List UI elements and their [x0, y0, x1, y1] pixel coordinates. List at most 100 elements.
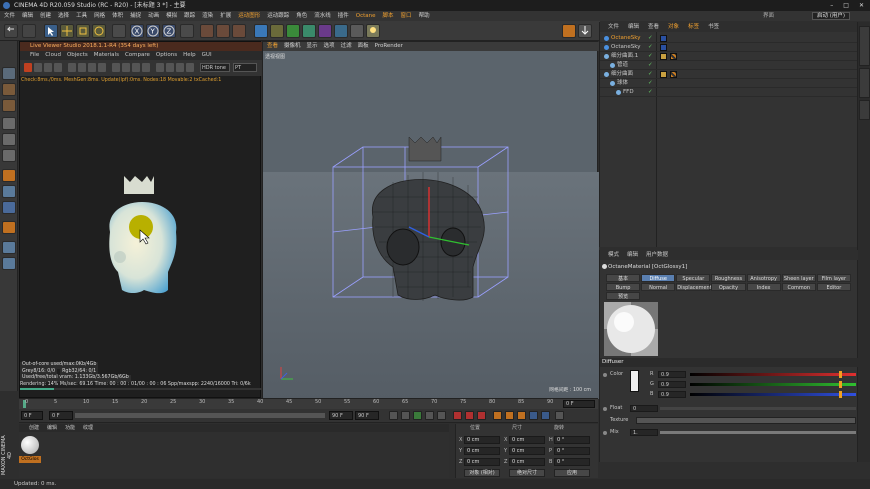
- key-scale-icon[interactable]: [505, 411, 514, 420]
- attribute-menu-item[interactable]: 编辑: [627, 250, 638, 260]
- live-viewer-menu-item[interactable]: Options: [156, 51, 177, 60]
- live-viewer-menu-item[interactable]: Objects: [67, 51, 88, 60]
- floor-button[interactable]: [334, 24, 348, 38]
- key-position-icon[interactable]: [493, 411, 502, 420]
- apply-button[interactable]: 应用: [554, 469, 590, 477]
- menu-item[interactable]: 体积: [112, 11, 123, 21]
- attribute-menu-item[interactable]: 用户数据: [646, 250, 668, 260]
- menu-item[interactable]: 创建: [40, 11, 51, 21]
- key-pla-icon[interactable]: [541, 411, 550, 420]
- material-tab[interactable]: Film layer: [816, 274, 851, 282]
- menu-item[interactable]: 编辑: [22, 11, 33, 21]
- material-tab[interactable]: Sheen layer: [781, 274, 816, 282]
- material-name-label[interactable]: OctGlos: [19, 456, 41, 463]
- lv-object-picker-icon[interactable]: [122, 63, 130, 72]
- minimize-icon[interactable]: –: [830, 0, 833, 11]
- next-key-icon[interactable]: [425, 411, 434, 420]
- key-rotation-icon[interactable]: [517, 411, 526, 420]
- object-row[interactable]: 球体 ✓: [600, 79, 858, 88]
- workplane-icon[interactable]: [2, 241, 16, 254]
- material-manager-menu-item[interactable]: 创建: [29, 424, 39, 432]
- go-to-start-icon[interactable]: [389, 411, 398, 420]
- menu-item[interactable]: 渲染: [202, 11, 213, 21]
- octane-tag-icon[interactable]: [660, 35, 667, 42]
- skull-mesh-wireframe[interactable]: [323, 127, 523, 317]
- material-tab[interactable]: 基本: [606, 274, 641, 282]
- live-viewer-menu-item[interactable]: Help: [183, 51, 196, 60]
- workplane-button[interactable]: [578, 24, 592, 38]
- tweak-mode-icon[interactable]: [2, 185, 16, 198]
- octglossy-material-ball[interactable]: [21, 436, 39, 454]
- y-axis-button[interactable]: Y: [146, 24, 160, 38]
- visibility-check-icon[interactable]: ✓: [648, 70, 653, 79]
- subdivision-surface-button[interactable]: [286, 24, 300, 38]
- menu-item[interactable]: 流水线: [314, 11, 331, 21]
- z-position-field[interactable]: 0 cm: [464, 458, 500, 466]
- tab-content-browser[interactable]: [859, 68, 870, 98]
- menu-item[interactable]: 选择: [58, 11, 69, 21]
- menu-item[interactable]: 帮助: [419, 11, 430, 21]
- tab-objects[interactable]: [859, 26, 870, 66]
- material-tab[interactable]: Roughness: [711, 274, 746, 282]
- edges-mode-icon[interactable]: [2, 133, 16, 146]
- play-icon[interactable]: [413, 411, 422, 420]
- lv-camera-icon[interactable]: [132, 63, 140, 72]
- make-editable-icon[interactable]: [2, 67, 16, 80]
- close-icon[interactable]: ✕: [859, 0, 864, 11]
- select-tool-button[interactable]: [44, 24, 58, 38]
- g-slider[interactable]: [690, 383, 856, 386]
- material-tab[interactable]: 预览: [606, 292, 641, 300]
- lv-save-icon[interactable]: [68, 63, 76, 72]
- rotate-tool-button[interactable]: [92, 24, 106, 38]
- maximize-icon[interactable]: □: [843, 0, 849, 11]
- size-mode-dropdown[interactable]: 绝对尺寸: [509, 469, 545, 477]
- z-axis-button[interactable]: Z: [162, 24, 176, 38]
- r-slider[interactable]: [690, 373, 856, 376]
- visibility-check-icon[interactable]: ✓: [648, 34, 653, 43]
- g-value-field[interactable]: 0.9: [658, 381, 686, 388]
- viewport-menu-item[interactable]: 面板: [358, 42, 369, 51]
- spline-pen-button[interactable]: [270, 24, 284, 38]
- material-tag-icon[interactable]: [670, 71, 677, 78]
- timeline-menu-icon[interactable]: [555, 411, 564, 420]
- max-frame-field[interactable]: 90 F: [329, 411, 353, 420]
- viewport-menu-item[interactable]: 过滤: [341, 42, 352, 51]
- menu-item[interactable]: 插件: [338, 11, 349, 21]
- timeline-ruler[interactable]: 0 5 10 15 20 25 30 35 40 45 50 55 60 65 70 75 80 85 90 0 F: [19, 398, 598, 409]
- max-frame-field-2[interactable]: 90 F: [355, 411, 379, 420]
- lv-region-icon[interactable]: [78, 63, 86, 72]
- object-manager-menu-item[interactable]: 书签: [708, 22, 719, 32]
- visibility-check-icon[interactable]: ✓: [648, 52, 653, 61]
- menu-item[interactable]: 模拟: [166, 11, 177, 21]
- phong-tag-icon[interactable]: [660, 71, 667, 78]
- go-to-end-icon[interactable]: [437, 411, 446, 420]
- live-viewer-menu-item[interactable]: Compare: [125, 51, 150, 60]
- menu-item[interactable]: 文件: [4, 11, 15, 21]
- b-rotation-field[interactable]: 0 °: [554, 458, 590, 466]
- material-tag-icon[interactable]: [670, 53, 677, 60]
- float-anim-dot-icon[interactable]: [603, 407, 607, 411]
- viewport-menu-item[interactable]: 查看: [267, 42, 278, 51]
- r-slider-knob[interactable]: [839, 371, 843, 378]
- cube-primitive-button[interactable]: [254, 24, 268, 38]
- menu-item[interactable]: 运动跟踪: [267, 11, 289, 21]
- auto-key-icon[interactable]: [465, 411, 474, 420]
- viewport-menu-item[interactable]: 选项: [324, 42, 335, 51]
- lv-sub-icon[interactable]: [156, 63, 164, 72]
- viewport-menu-item[interactable]: 显示: [307, 42, 318, 51]
- attribute-menu-item[interactable]: 模式: [608, 250, 619, 260]
- r-value-field[interactable]: 0.9: [658, 371, 686, 378]
- lv-material-picker-icon[interactable]: [112, 63, 120, 72]
- y-position-field[interactable]: 0 cm: [464, 447, 500, 455]
- material-tab[interactable]: Bump: [606, 283, 641, 291]
- axis-mode-icon[interactable]: [2, 169, 16, 182]
- b-value-field[interactable]: 0.9: [658, 391, 686, 398]
- float-slider[interactable]: [660, 407, 856, 410]
- lv-pause-icon[interactable]: [44, 63, 52, 72]
- visibility-check-icon[interactable]: ✓: [648, 88, 653, 97]
- mix-slider[interactable]: [660, 431, 856, 434]
- model-mode-icon[interactable]: [2, 83, 16, 96]
- object-row[interactable]: 细分曲面.1 ✓: [600, 52, 858, 61]
- lv-res-icon[interactable]: [186, 63, 194, 72]
- points-mode-icon[interactable]: [2, 117, 16, 130]
